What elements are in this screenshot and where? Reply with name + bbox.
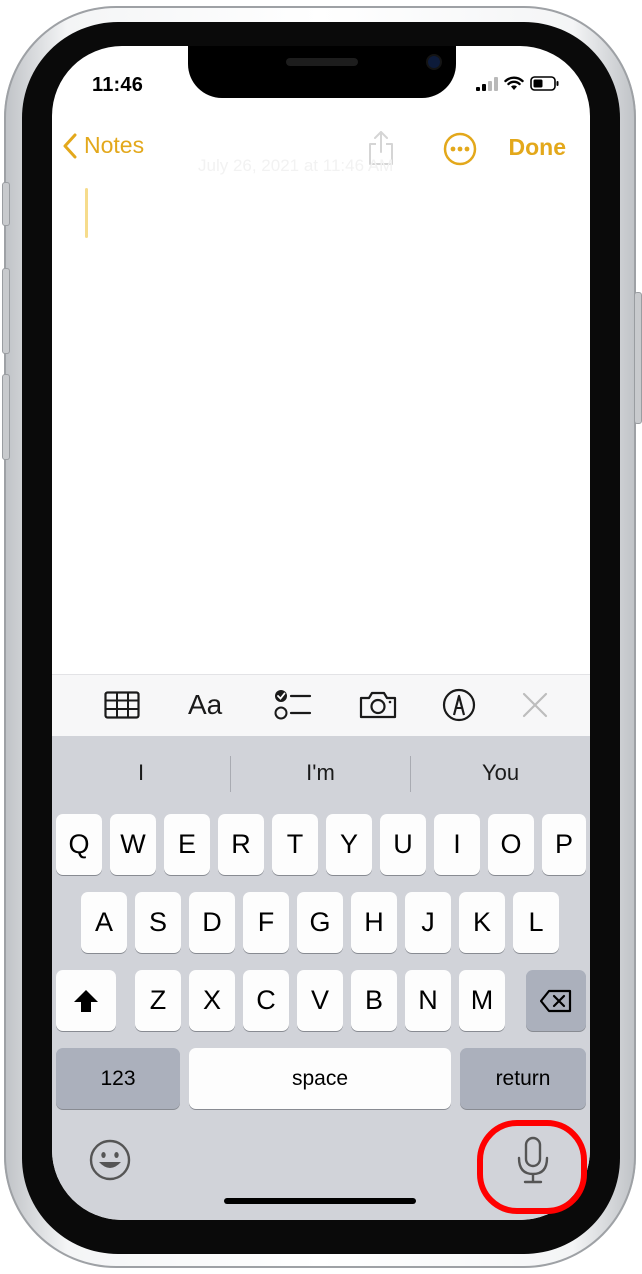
back-label: Notes bbox=[84, 132, 145, 158]
space-key[interactable]: space bbox=[189, 1048, 451, 1109]
key-o[interactable]: O bbox=[488, 814, 534, 875]
back-button[interactable]: Notes bbox=[62, 132, 144, 159]
done-button[interactable]: Done bbox=[509, 134, 567, 161]
prediction-2[interactable]: I'm bbox=[231, 736, 410, 810]
key-q[interactable]: Q bbox=[56, 814, 102, 875]
key-z[interactable]: Z bbox=[135, 970, 181, 1031]
status-icons bbox=[476, 76, 560, 91]
speaker bbox=[286, 58, 358, 66]
key-u[interactable]: U bbox=[380, 814, 426, 875]
close-icon bbox=[522, 692, 548, 718]
key-m[interactable]: M bbox=[459, 970, 505, 1031]
battery-icon bbox=[530, 76, 559, 91]
key-y[interactable]: Y bbox=[326, 814, 372, 875]
camera-icon bbox=[359, 691, 397, 719]
key-n[interactable]: N bbox=[405, 970, 451, 1031]
table-icon bbox=[104, 691, 140, 719]
numbers-key[interactable]: 123 bbox=[56, 1048, 180, 1109]
key-e[interactable]: E bbox=[164, 814, 210, 875]
screen: 11:46 Notes Done July 26, 2021 at 11:46 … bbox=[52, 46, 590, 1220]
checklist-button[interactable] bbox=[274, 687, 312, 723]
key-w[interactable]: W bbox=[110, 814, 156, 875]
delete-icon bbox=[540, 989, 572, 1012]
close-toolbar-button[interactable] bbox=[522, 687, 548, 723]
front-camera bbox=[428, 56, 440, 68]
dictation-highlight-annotation bbox=[477, 1120, 587, 1214]
key-a[interactable]: A bbox=[81, 892, 127, 953]
key-f[interactable]: F bbox=[243, 892, 289, 953]
key-i[interactable]: I bbox=[434, 814, 480, 875]
side-button bbox=[634, 292, 642, 424]
markup-icon bbox=[442, 688, 476, 722]
key-r[interactable]: R bbox=[218, 814, 264, 875]
signal-icon bbox=[476, 76, 498, 91]
shift-key[interactable] bbox=[56, 970, 116, 1031]
emoji-icon bbox=[89, 1139, 131, 1181]
format-label: Aa bbox=[188, 689, 223, 720]
key-b[interactable]: B bbox=[351, 970, 397, 1031]
text-cursor[interactable] bbox=[85, 188, 88, 238]
key-p[interactable]: P bbox=[542, 814, 586, 875]
status-time: 11:46 bbox=[92, 74, 144, 96]
camera-button[interactable] bbox=[358, 687, 398, 723]
key-g[interactable]: G bbox=[297, 892, 343, 953]
key-k[interactable]: K bbox=[459, 892, 505, 953]
volume-down-button bbox=[2, 374, 10, 460]
table-button[interactable] bbox=[104, 687, 140, 723]
prediction-1[interactable]: I bbox=[52, 736, 230, 810]
delete-key[interactable] bbox=[526, 970, 586, 1031]
return-key[interactable]: return bbox=[460, 1048, 586, 1109]
notch bbox=[188, 46, 456, 98]
key-j[interactable]: J bbox=[405, 892, 451, 953]
format-button[interactable]: Aa bbox=[188, 687, 222, 723]
silent-switch bbox=[2, 182, 10, 226]
emoji-button[interactable] bbox=[88, 1138, 132, 1182]
shift-icon bbox=[74, 989, 98, 1012]
key-h[interactable]: H bbox=[351, 892, 397, 953]
more-icon bbox=[443, 132, 477, 166]
wifi-icon bbox=[504, 76, 524, 90]
key-d[interactable]: D bbox=[189, 892, 235, 953]
prediction-3[interactable]: You bbox=[411, 736, 590, 810]
key-l[interactable]: L bbox=[513, 892, 559, 953]
format-toolbar: Aa bbox=[52, 674, 590, 737]
checklist-icon bbox=[274, 690, 312, 720]
key-c[interactable]: C bbox=[243, 970, 289, 1031]
key-s[interactable]: S bbox=[135, 892, 181, 953]
key-t[interactable]: T bbox=[272, 814, 318, 875]
home-indicator[interactable] bbox=[224, 1198, 416, 1204]
volume-up-button bbox=[2, 268, 10, 354]
markup-button[interactable] bbox=[442, 687, 476, 723]
key-v[interactable]: V bbox=[297, 970, 343, 1031]
more-button[interactable] bbox=[443, 132, 477, 171]
predictive-bar: I I'm You bbox=[52, 736, 590, 810]
note-timestamp: July 26, 2021 at 11:46 AM bbox=[198, 156, 394, 175]
key-x[interactable]: X bbox=[189, 970, 235, 1031]
back-chevron-icon bbox=[63, 133, 77, 158]
